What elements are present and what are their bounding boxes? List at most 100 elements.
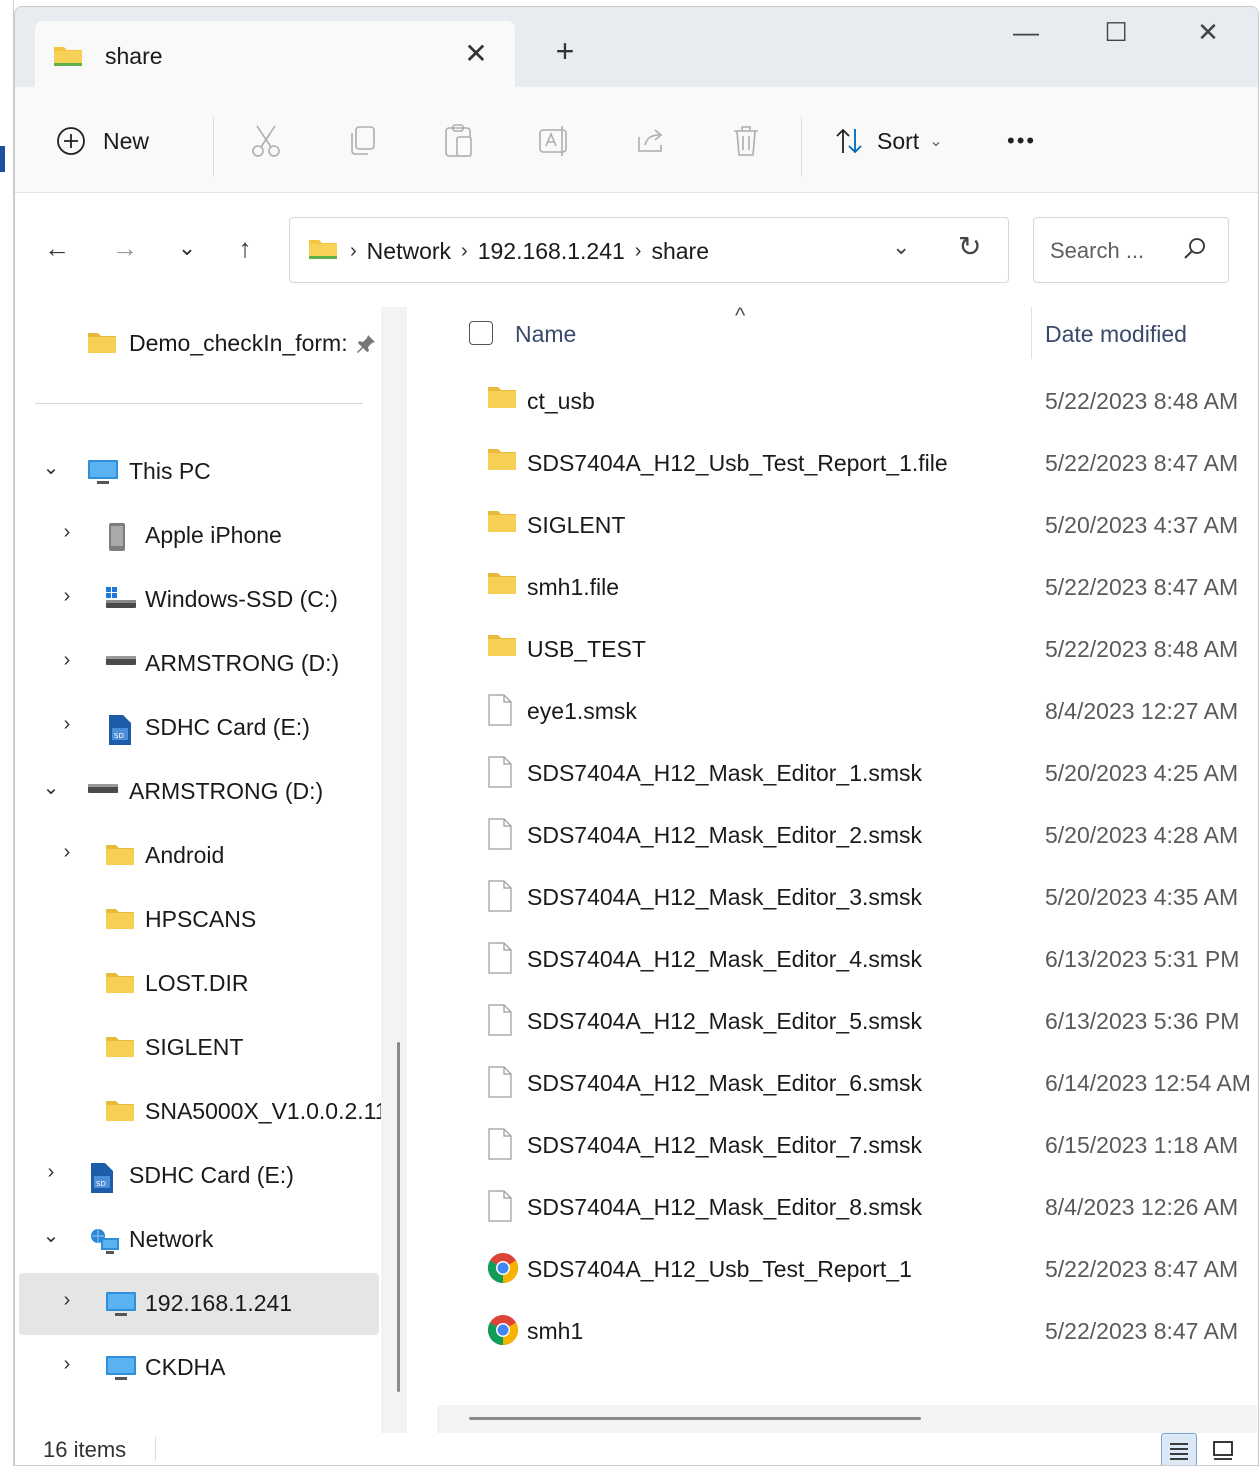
- chevron-right-icon[interactable]: ›: [55, 585, 79, 608]
- sidebar-item[interactable]: ⌄ Network: [19, 1209, 379, 1271]
- sidebar-item[interactable]: › SD SDHC Card (E:): [19, 697, 379, 759]
- sidebar-item[interactable]: HPSCANS: [19, 889, 379, 951]
- folder-icon: [487, 508, 517, 539]
- network-icon: [87, 1226, 121, 1261]
- sidebar-item[interactable]: LOST.DIR: [19, 953, 379, 1015]
- tab-share[interactable]: share ✕: [35, 21, 515, 87]
- sidebar-item[interactable]: SNA5000X_V1.0.0.2.11: [19, 1081, 388, 1143]
- file-row[interactable]: ct_usb 5/22/2023 8:48 AM: [407, 371, 1258, 433]
- sidebar-item[interactable]: › ARMSTRONG (D:): [19, 633, 379, 695]
- recent-locations-button[interactable]: ⌄: [167, 233, 207, 263]
- scrollbar-thumb[interactable]: [397, 1042, 400, 1392]
- sidebar-item[interactable]: SIGLENT: [19, 1017, 379, 1079]
- file-name: SDS7404A_H12_Mask_Editor_5.smsk: [527, 1008, 923, 1034]
- file-date-modified: 5/22/2023 8:48 AM: [1045, 388, 1239, 414]
- scrollbar-thumb[interactable]: [469, 1417, 921, 1420]
- sidebar-item-label: Network: [129, 1226, 214, 1252]
- file-row[interactable]: SDS7404A_H12_Usb_Test_Report_1.file 5/22/…: [407, 433, 1258, 495]
- file-name: eye1.smsk: [527, 698, 637, 724]
- refresh-icon[interactable]: ↻: [958, 230, 981, 263]
- sort-button[interactable]: Sort ⌄: [833, 121, 943, 161]
- close-window-button[interactable]: ✕: [1183, 17, 1233, 48]
- file-row[interactable]: smh1.file 5/22/2023 8:47 AM: [407, 557, 1258, 619]
- file-row[interactable]: SDS7404A_H12_Mask_Editor_7.smsk 6/15/2023…: [407, 1115, 1258, 1177]
- details-view-button[interactable]: [1161, 1433, 1197, 1465]
- close-tab-icon[interactable]: ✕: [459, 37, 493, 70]
- sidebar-item[interactable]: ⌄ ARMSTRONG (D:): [19, 761, 379, 823]
- up-button[interactable]: ↑: [225, 233, 265, 263]
- sidebar-item[interactable]: Demo_checkIn_form:: [19, 313, 379, 375]
- address-bar[interactable]: › Network › 192.168.1.241 › share ⌄ ↻: [289, 217, 1009, 283]
- breadcrumb-separator: ›: [461, 239, 468, 262]
- new-button[interactable]: New: [55, 121, 149, 161]
- more-options-button[interactable]: •••: [1007, 121, 1036, 161]
- chevron-right-icon[interactable]: ›: [55, 649, 79, 672]
- sidebar-item[interactable]: › CKDHA: [19, 1337, 379, 1399]
- file-icon: [487, 1128, 513, 1165]
- file-row[interactable]: SDS7404A_H12_Mask_Editor_2.smsk 5/20/2023…: [407, 805, 1258, 867]
- new-tab-button[interactable]: +: [545, 35, 585, 67]
- toolbar-divider: [801, 117, 802, 177]
- breadcrumb-share[interactable]: share: [651, 238, 709, 265]
- chevron-down-icon[interactable]: ⌄: [39, 1223, 63, 1248]
- sidebar-item-label: Demo_checkIn_form:: [129, 330, 348, 356]
- file-row[interactable]: USB_TEST 5/22/2023 8:48 AM: [407, 619, 1258, 681]
- column-header-date-modified[interactable]: Date modified: [1045, 321, 1187, 348]
- file-row[interactable]: SDS7404A_H12_Mask_Editor_6.smsk 6/14/2023…: [407, 1053, 1258, 1115]
- sidebar-item[interactable]: › Android: [19, 825, 379, 887]
- file-icon: [487, 942, 513, 979]
- select-all-checkbox[interactable]: [469, 321, 493, 345]
- file-row[interactable]: SDS7404A_H12_Mask_Editor_5.smsk 6/13/2023…: [407, 991, 1258, 1053]
- sidebar-item[interactable]: › SD SDHC Card (E:): [19, 1145, 379, 1207]
- chevron-right-icon[interactable]: ›: [55, 713, 79, 736]
- file-row[interactable]: SDS7404A_H12_Mask_Editor_1.smsk 5/20/2023…: [407, 743, 1258, 805]
- chevron-right-icon[interactable]: ›: [55, 1353, 79, 1376]
- rename-button[interactable]: [537, 121, 573, 161]
- sidebar-item[interactable]: ⌄ This PC: [19, 441, 379, 503]
- navigation-scrollbar[interactable]: [381, 307, 407, 1433]
- breadcrumb-separator: ›: [350, 239, 357, 262]
- paste-button[interactable]: [443, 121, 475, 161]
- large-icons-view-button[interactable]: [1205, 1433, 1241, 1465]
- breadcrumb-network[interactable]: Network: [367, 238, 451, 265]
- cut-button[interactable]: [249, 121, 283, 161]
- address-dropdown-icon[interactable]: ⌄: [892, 234, 910, 260]
- file-row[interactable]: eye1.smsk 8/4/2023 12:27 AM: [407, 681, 1258, 743]
- file-row[interactable]: SIGLENT 5/20/2023 4:37 AM: [407, 495, 1258, 557]
- back-button[interactable]: ←: [37, 233, 77, 263]
- sidebar-item-label: 192.168.1.241: [145, 1290, 293, 1316]
- chevron-right-icon[interactable]: ›: [55, 1289, 79, 1312]
- file-row[interactable]: smh1 5/22/2023 8:47 AM: [407, 1301, 1258, 1363]
- breadcrumb-host[interactable]: 192.168.1.241: [478, 238, 625, 265]
- chevron-right-icon[interactable]: ›: [55, 841, 79, 864]
- column-header-name[interactable]: Name: [515, 321, 576, 348]
- file-row[interactable]: SDS7404A_H12_Mask_Editor_4.smsk 6/13/2023…: [407, 929, 1258, 991]
- file-row[interactable]: SDS7404A_H12_Mask_Editor_3.smsk 5/20/2023…: [407, 867, 1258, 929]
- sidebar-item[interactable]: › Apple iPhone: [19, 505, 379, 567]
- file-name: SDS7404A_H12_Mask_Editor_2.smsk: [527, 822, 923, 848]
- file-date-modified: 6/15/2023 1:18 AM: [1045, 1132, 1239, 1158]
- chevron-right-icon[interactable]: ›: [39, 1161, 63, 1184]
- chevron-right-icon[interactable]: ›: [55, 521, 79, 544]
- file-date-modified: 6/13/2023 5:31 PM: [1045, 946, 1240, 972]
- copy-button[interactable]: [347, 121, 379, 161]
- file-row[interactable]: SDS7404A_H12_Usb_Test_Report_1 5/22/2023 …: [407, 1239, 1258, 1301]
- share-button[interactable]: [635, 121, 667, 161]
- sidebar-item[interactable]: › Windows-SSD (C:): [19, 569, 379, 631]
- search-input[interactable]: Search ...: [1033, 217, 1229, 283]
- chevron-down-icon[interactable]: ⌄: [39, 455, 63, 480]
- forward-button[interactable]: →: [105, 233, 145, 263]
- sidebar-item[interactable]: › 192.168.1.241: [19, 1273, 379, 1335]
- minimize-button[interactable]: —: [1001, 17, 1051, 48]
- maximize-button[interactable]: ☐: [1091, 17, 1141, 48]
- chevron-down-icon[interactable]: ⌄: [39, 775, 63, 800]
- background-window-edge: [0, 0, 14, 1466]
- file-icon: [487, 880, 513, 917]
- folder-icon: [487, 570, 517, 601]
- file-row[interactable]: SDS7404A_H12_Mask_Editor_8.smsk 8/4/2023 …: [407, 1177, 1258, 1239]
- column-divider[interactable]: [1031, 307, 1032, 359]
- delete-icon: [734, 126, 758, 156]
- folder-icon: [105, 1098, 135, 1127]
- delete-button[interactable]: [731, 121, 761, 161]
- horizontal-scrollbar[interactable]: [437, 1405, 1257, 1433]
